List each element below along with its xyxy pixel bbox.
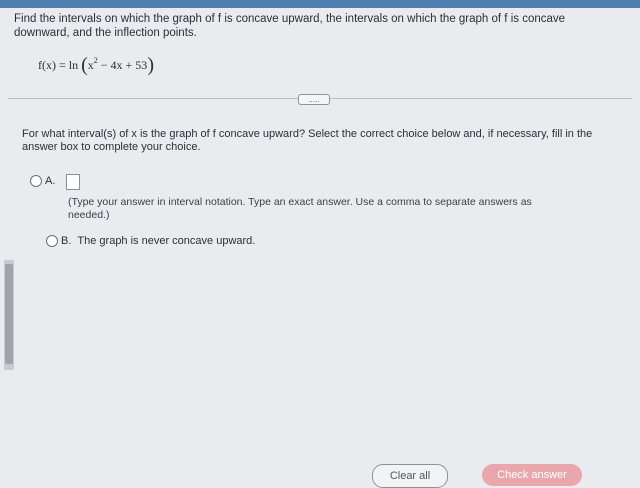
choice-a-radio[interactable] <box>30 174 42 187</box>
top-bar <box>0 0 640 8</box>
choice-a[interactable]: A. <box>30 172 55 190</box>
choice-b-text: The graph is never concave upward. <box>77 234 256 247</box>
choice-b-label: B. <box>61 234 72 247</box>
function-lhs: f(x) = ln <box>38 58 79 72</box>
function-rest: − 4x + 53 <box>97 58 148 72</box>
open-paren: ( <box>81 54 88 76</box>
function-expression: f(x) = ln (x2 − 4x + 53) <box>38 52 154 76</box>
choice-b-radio[interactable] <box>46 234 58 247</box>
answer-input-box[interactable] <box>66 174 80 190</box>
choice-b[interactable]: B. The graph is never concave upward. <box>46 232 255 250</box>
close-paren: ) <box>147 54 154 76</box>
question-text: Find the intervals on which the graph of… <box>14 13 566 39</box>
check-answer-button[interactable]: Check answer <box>482 464 582 486</box>
choice-a-label: A. <box>45 174 56 187</box>
sub-question-prompt: For what interval(s) of x is the graph o… <box>22 128 593 153</box>
expand-more-button[interactable]: ..... <box>298 94 330 105</box>
function-exponent: 2 <box>93 56 98 65</box>
clear-all-button[interactable]: Clear all <box>372 464 448 488</box>
function-x-term: x <box>87 58 94 72</box>
answer-hint: (Type your answer in interval notation. … <box>68 196 532 221</box>
scrollbar-thumb[interactable] <box>5 264 13 364</box>
